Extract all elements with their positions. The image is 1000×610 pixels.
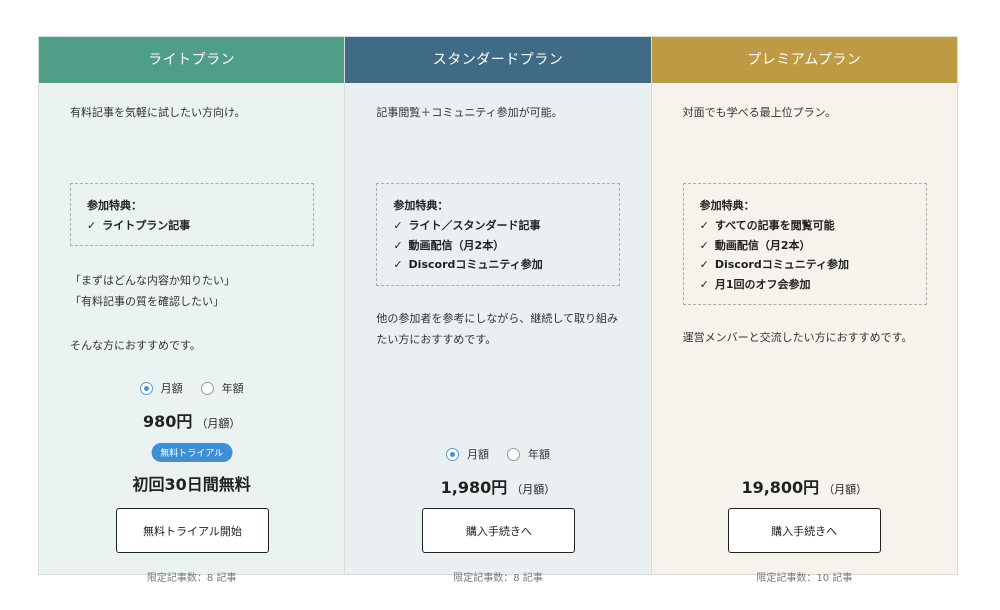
perks-box: 参加特典： ✓ ライトプラン記事 [70,183,314,246]
billing-toggle: 月額 年額 [39,380,344,396]
perk-item: ✓ ライトプラン記事 [87,216,297,236]
perk-label: Discordコミュニティ参加 [714,258,850,271]
perks-title: 参加特典： [699,199,755,212]
plan-header-premium: プレミアムプラン [651,37,957,83]
note-line: 「有料記事の質を確認したい」 [70,295,224,308]
radio-selected-icon[interactable] [445,447,459,461]
billing-option-label: 月額 [466,448,489,461]
plan-card-premium: プレミアムプラン 対面でも学べる最上位プラン。 参加特典： ✓ すべての記事を閲覧… [651,37,957,584]
price-amount: 19,800円 [741,478,820,497]
perks-title: 参加特典： [87,199,142,212]
plan-header-light: ライトプラン [39,37,345,83]
perk-item: ✓ ライト／スタンダード記事 [393,216,603,236]
perk-item: ✓ 動画配信（月2本） [700,236,910,256]
check-icon: ✓ [393,219,403,232]
note-line: そんな方におすすめです。 [70,339,201,352]
article-limit: 限定記事数：8 記事 [146,573,237,584]
price-unit: （月額） [511,483,556,496]
perks-box: 参加特典： ✓ すべての記事を閲覧可能 ✓ 動画配信（月2本） ✓ Discordコミ… [682,183,927,305]
perk-label: ライト／スタンダード記事 [408,219,541,232]
note-line: 他の参加者を参考にしながら、継続して取り組み [376,312,618,325]
plan-notes: 運営メンバーと交流したい方におすすめです。 [683,327,913,348]
plan-notes: 「まずはどんな内容か知りたい」 「有料記事の質を確認したい」 そんな方におすすめ… [70,270,235,356]
checkout-button[interactable]: 購入手続きへ [422,508,576,553]
billing-option-label: 年額 [221,382,244,395]
perks-title: 参加特典： [393,199,449,212]
check-icon: ✓ [699,277,709,291]
perk-label: 動画配信（月2本） [408,238,505,252]
trial-text: 初回30日間無料 [132,475,251,494]
plan-header-standard: スタンダードプラン [345,37,651,83]
plan-body-light: 有料記事を気軽に試したい方向け。 参加特典： ✓ ライトプラン記事 「まずはどんな… [39,83,345,584]
plan-price: 1,980円 （月額） [345,474,650,498]
plan-description: 有料記事を気軽に試したい方向け。 [70,106,246,119]
billing-option-label: 月額 [160,382,183,395]
check-icon: ✓ [393,258,403,271]
start-trial-button[interactable]: 無料トライアル開始 [116,508,269,553]
plan-body-premium: 対面でも学べる最上位プラン。 参加特典： ✓ すべての記事を閲覧可能 ✓ 動画配信（… [651,83,957,584]
plan-description: 対面でも学べる最上位プラン。 [682,106,836,119]
billing-option-yearly[interactable]: 年額 [506,446,550,462]
check-icon: ✓ [699,258,709,271]
note-line: 「まずはどんな内容か知りたい」 [70,274,235,287]
perk-item: ✓ Discordコミュニティ参加 [393,255,603,275]
article-limit: 限定記事数：8 記事 [453,573,543,584]
check-icon: ✓ [699,219,709,232]
plan-card-light: ライトプラン 有料記事を気軽に試したい方向け。 参加特典： ✓ ライトプラン記事 … [39,37,346,584]
plan-body-standard: 記事閲覧＋コミュニティ参加が可能。 参加特典： ✓ ライト／スタンダード記事 ✓ 動… [345,83,651,584]
perk-item: ✓ 月1回のオフ会参加 [700,275,910,295]
check-icon: ✓ [393,238,403,252]
billing-option-monthly[interactable]: 月額 [139,380,183,396]
article-limit: 限定記事数：10 記事 [756,573,853,584]
price-amount: 1,980円 [440,478,508,497]
check-icon: ✓ [87,219,97,232]
plan-card-standard: スタンダードプラン 記事閲覧＋コミュニティ参加が可能。 参加特典： ✓ ライト／ス… [345,37,652,584]
check-icon: ✓ [699,238,709,252]
perk-item: ✓ 動画配信（月2本） [393,236,603,256]
trial-badge: 無料トライアル [151,443,233,462]
price-unit: （月額） [823,483,868,496]
perk-item: ✓ すべての記事を閲覧可能 [700,216,910,236]
price-amount: 980円 [142,412,193,431]
note-spacer [70,312,235,335]
radio-unselected-icon[interactable] [200,381,214,395]
billing-option-label: 年額 [527,448,550,461]
perk-label: 動画配信（月2本） [714,238,811,252]
plan-price: 980円 （月額） [39,408,344,432]
perk-item: ✓ Discordコミュニティ参加 [700,255,910,275]
perks-box: 参加特典： ✓ ライト／スタンダード記事 ✓ 動画配信（月2本） ✓ Discordコ… [376,183,621,286]
price-unit: （月額） [196,417,241,430]
perk-label: ライトプラン記事 [102,219,191,232]
checkout-button[interactable]: 購入手続きへ [727,508,881,553]
note-line: 運営メンバーと交流したい方におすすめです。 [682,331,913,344]
plan-description: 記事閲覧＋コミュニティ参加が可能。 [376,106,563,119]
billing-option-monthly[interactable]: 月額 [445,446,489,462]
plan-price: 19,800円 （月額） [652,474,957,498]
perk-label: 月1回のオフ会参加 [714,277,811,291]
perk-label: Discordコミュニティ参加 [408,258,543,271]
note-line: たい方におすすめです。 [376,333,497,346]
radio-selected-icon[interactable] [139,381,153,395]
plan-notes: 他の参加者を参考にしながら、継続して取り組み たい方におすすめです。 [376,308,618,350]
radio-unselected-icon[interactable] [506,447,520,461]
perk-label: すべての記事を閲覧可能 [714,219,835,232]
billing-option-yearly[interactable]: 年額 [200,380,244,396]
billing-toggle: 月額 年額 [345,446,650,462]
pricing-plans: ライトプラン 有料記事を気軽に試したい方向け。 参加特典： ✓ ライトプラン記事 … [38,36,958,584]
